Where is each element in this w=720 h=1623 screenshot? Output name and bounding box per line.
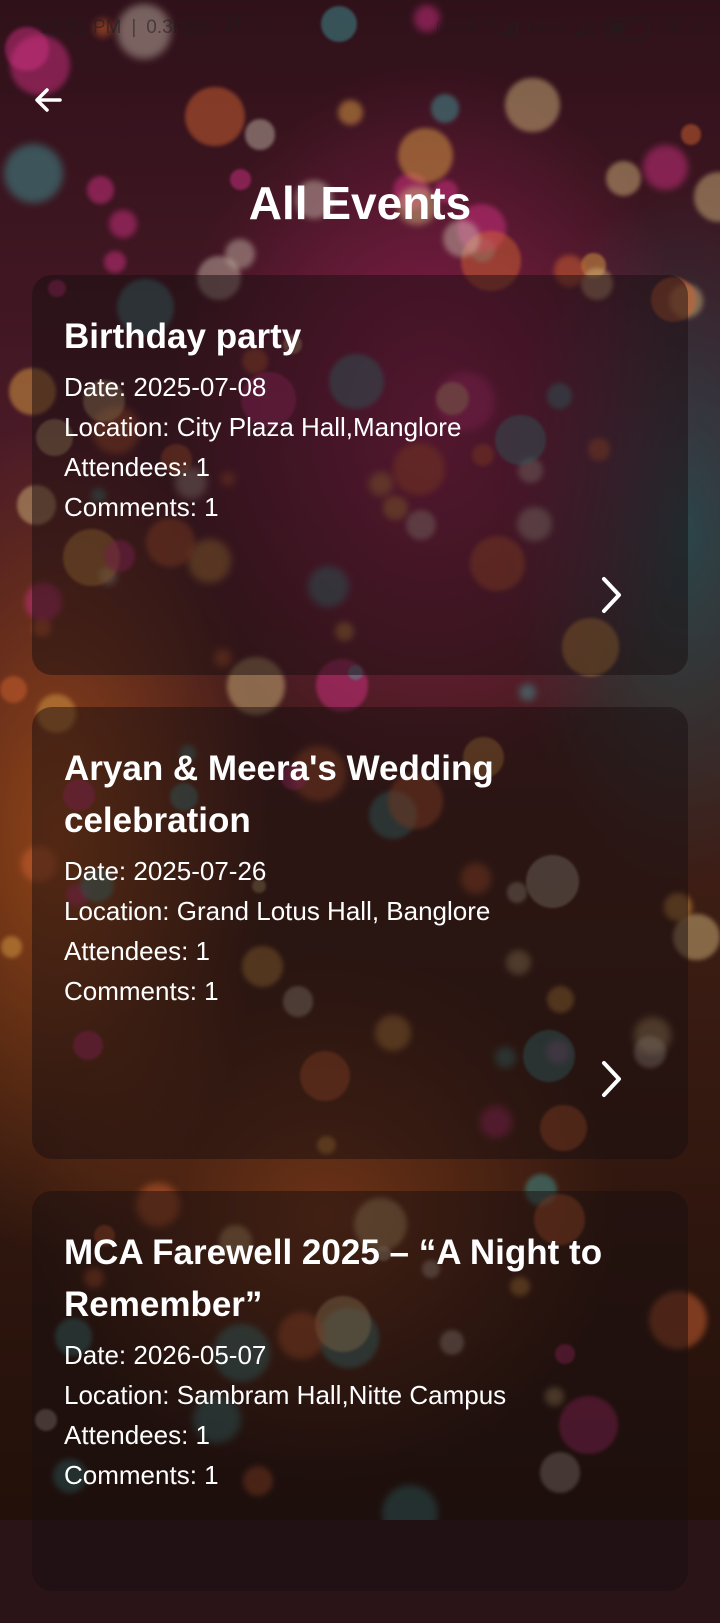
event-date: Date: 2026-05-07 <box>64 1340 267 1370</box>
event-location: Location: Grand Lotus Hall, Banglore <box>64 896 491 926</box>
event-attendees: Attendees: 1 <box>64 936 210 966</box>
event-title: Birthday party <box>64 317 302 356</box>
event-date: Date: 2025-07-08 <box>64 372 267 402</box>
network-label: 4G <box>484 19 499 30</box>
percent-sign: % <box>691 20 704 36</box>
back-button[interactable] <box>24 78 72 126</box>
event-title: Aryan & Meera's Wedding celebration <box>64 749 494 840</box>
events-list: Birthday party Date: 2025-07-08 Location… <box>32 275 688 1623</box>
event-comments: Comments: 1 <box>64 492 219 522</box>
page-title: All Events <box>248 177 472 229</box>
status-separator: | <box>131 17 137 38</box>
battery-percent: 48 <box>660 17 682 38</box>
status-right: VoLTE 4G VoLTE 48 % <box>436 17 704 39</box>
status-more: ··· <box>252 17 272 38</box>
event-date: Date: 2025-07-26 <box>64 856 267 886</box>
battery-icon <box>604 17 651 39</box>
status-speed: 0.3KB/s <box>146 17 213 38</box>
volte-icon: VoLTE <box>436 20 475 36</box>
event-location: Location: City Plaza Hall,Manglore <box>64 412 462 442</box>
event-title: MCA Farewell 2025 – “A Night to Remember… <box>64 1233 603 1324</box>
status-time: 12:51 PM <box>40 17 122 38</box>
battery-fill <box>609 22 626 34</box>
event-location: Location: Sambram Hall,Nitte Campus <box>64 1380 507 1410</box>
event-card[interactable]: MCA Farewell 2025 – “A Night to Remember… <box>32 1191 688 1591</box>
signal-icon: 4G <box>484 19 519 37</box>
event-card[interactable]: Aryan & Meera's Wedding celebration Date… <box>32 707 688 1159</box>
event-attendees: Attendees: 1 <box>64 452 210 482</box>
chevron-right-icon[interactable] <box>596 1057 626 1101</box>
signal-icon-2 <box>576 19 595 37</box>
status-left: 12:51 PM | 0.3KB/s ··· <box>40 15 272 41</box>
volte-icon-2: VoLTE <box>528 20 567 36</box>
arrow-left-icon <box>30 82 66 123</box>
mute-bell-icon <box>223 15 243 41</box>
event-comments: Comments: 1 <box>64 1460 219 1490</box>
chevron-right-icon[interactable] <box>596 573 626 617</box>
event-card[interactable]: Birthday party Date: 2025-07-08 Location… <box>32 275 688 675</box>
event-attendees: Attendees: 1 <box>64 1420 210 1450</box>
event-comments: Comments: 1 <box>64 976 219 1006</box>
status-bar: 12:51 PM | 0.3KB/s ··· VoLTE 4G VoLTE 48… <box>0 0 720 56</box>
